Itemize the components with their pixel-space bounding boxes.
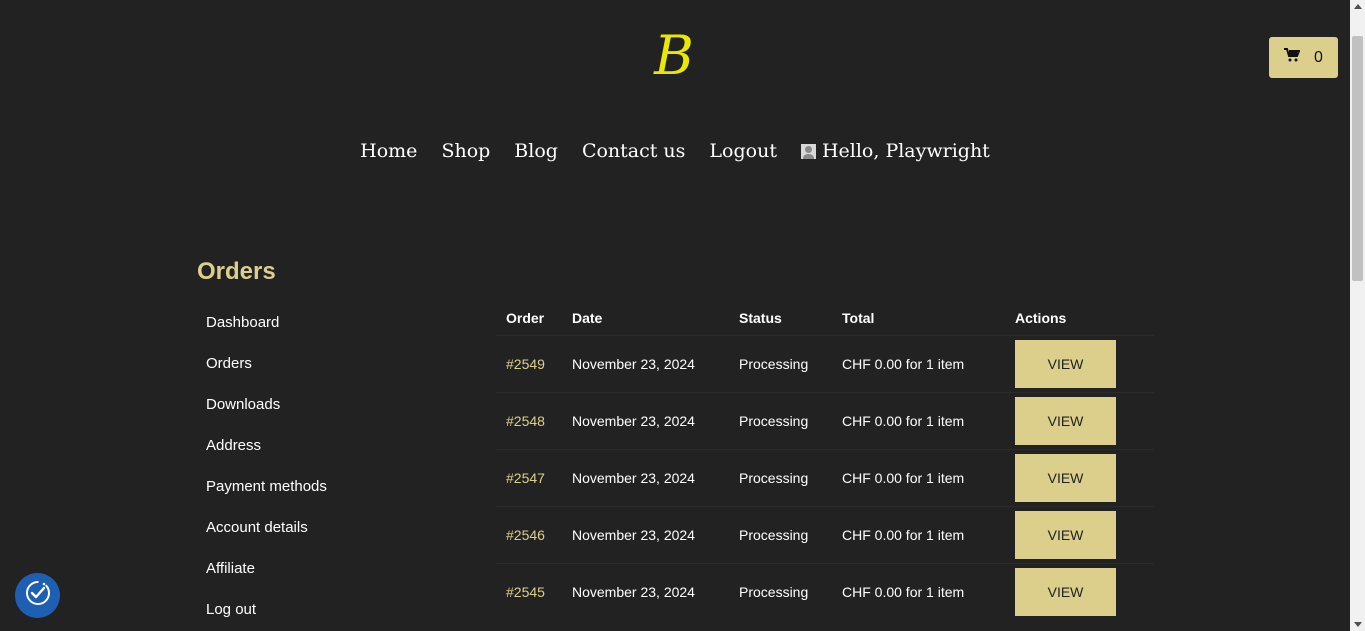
order-status: Processing <box>729 562 832 620</box>
order-link[interactable]: #2549 <box>506 356 545 372</box>
cart-button[interactable]: 0 <box>1269 37 1338 78</box>
order-number-cell: #2549 <box>496 334 562 392</box>
view-button[interactable]: VIEW <box>1015 510 1116 559</box>
nav-logout[interactable]: Logout <box>709 140 777 162</box>
order-actions: VIEW <box>1005 505 1154 563</box>
header-actions: Actions <box>1015 309 1067 326</box>
table-header-row: Order Date Status Total Actions <box>496 301 1154 335</box>
order-actions: VIEW <box>1005 334 1154 392</box>
order-total: CHF 0.00 for 1 item <box>832 505 1005 563</box>
view-button[interactable]: VIEW <box>1015 339 1116 388</box>
account-nav-item: Payment methods <box>206 477 327 518</box>
account-nav-affiliate[interactable]: Affiliate <box>206 560 255 577</box>
order-link[interactable]: #2545 <box>506 584 545 600</box>
cart-count: 0 <box>1314 48 1323 66</box>
cookie-consent-button[interactable] <box>15 573 60 618</box>
nav-home[interactable]: Home <box>360 140 417 162</box>
order-date: November 23, 2024 <box>562 391 729 449</box>
account-nav-item: Downloads <box>206 395 327 436</box>
account-nav-item: Affiliate <box>206 559 327 600</box>
order-date: November 23, 2024 <box>562 505 729 563</box>
order-date: November 23, 2024 <box>562 562 729 620</box>
order-date: November 23, 2024 <box>562 448 729 506</box>
view-button[interactable]: VIEW <box>1015 453 1116 502</box>
account-nav-dashboard[interactable]: Dashboard <box>206 314 279 331</box>
header-date: Date <box>572 309 603 326</box>
account-nav-account-details[interactable]: Account details <box>206 519 308 536</box>
order-link[interactable]: #2547 <box>506 470 545 486</box>
view-button[interactable]: VIEW <box>1015 567 1116 616</box>
order-actions: VIEW <box>1005 391 1154 449</box>
order-total: CHF 0.00 for 1 item <box>832 448 1005 506</box>
nav-user-greeting[interactable]: Hello, Playwright <box>800 140 990 162</box>
order-total: CHF 0.00 for 1 item <box>832 562 1005 620</box>
order-status: Processing <box>729 391 832 449</box>
cookie-consent-icon <box>23 578 53 613</box>
scroll-down-icon[interactable] <box>1354 622 1362 627</box>
header-total: Total <box>842 309 875 326</box>
order-date: November 23, 2024 <box>562 334 729 392</box>
order-total: CHF 0.00 for 1 item <box>832 334 1005 392</box>
orders-table: Order Date Status Total Actions #2549 No… <box>496 301 1154 620</box>
account-nav-item: Dashboard <box>206 313 327 354</box>
table-row: #2545 November 23, 2024 Processing CHF 0… <box>496 562 1154 620</box>
view-button[interactable]: VIEW <box>1015 396 1116 445</box>
account-nav-payment-methods[interactable]: Payment methods <box>206 478 327 495</box>
order-number-cell: #2546 <box>496 505 562 563</box>
site-logo[interactable]: B <box>652 26 696 86</box>
order-actions: VIEW <box>1005 562 1154 620</box>
account-nav-log-out[interactable]: Log out <box>206 601 256 618</box>
header-order: Order <box>506 309 545 326</box>
order-status: Processing <box>729 334 832 392</box>
order-status: Processing <box>729 505 832 563</box>
order-number-cell: #2548 <box>496 391 562 449</box>
page-title: Orders <box>197 258 276 285</box>
scroll-up-icon[interactable] <box>1354 4 1362 9</box>
main-navigation: Home Shop Blog Contact us Logout Hello, … <box>0 140 1350 162</box>
header-status: Status <box>739 309 782 326</box>
table-row: #2548 November 23, 2024 Processing CHF 0… <box>496 391 1154 449</box>
nav-blog[interactable]: Blog <box>514 140 558 162</box>
account-nav-item: Log out <box>206 600 327 631</box>
account-navigation: Dashboard Orders Downloads Address Payme… <box>206 313 327 631</box>
nav-contact-us[interactable]: Contact us <box>582 140 685 162</box>
page-scrollbar[interactable] <box>1350 0 1365 631</box>
order-total: CHF 0.00 for 1 item <box>832 391 1005 449</box>
scrollbar-thumb[interactable] <box>1352 36 1363 281</box>
account-nav-item: Address <box>206 436 327 477</box>
account-nav-item: Orders <box>206 354 327 395</box>
order-number-cell: #2545 <box>496 562 562 620</box>
account-nav-item: Account details <box>206 518 327 559</box>
order-link[interactable]: #2548 <box>506 413 545 429</box>
avatar <box>800 143 816 159</box>
order-status: Processing <box>729 448 832 506</box>
account-nav-address[interactable]: Address <box>206 437 261 454</box>
order-number-cell: #2547 <box>496 448 562 506</box>
cart-icon <box>1284 48 1301 67</box>
greeting-text: Hello, Playwright <box>821 140 990 162</box>
account-nav-orders[interactable]: Orders <box>206 355 252 372</box>
order-actions: VIEW <box>1005 448 1154 506</box>
nav-shop[interactable]: Shop <box>441 140 490 162</box>
account-nav-downloads[interactable]: Downloads <box>206 396 280 413</box>
table-row: #2549 November 23, 2024 Processing CHF 0… <box>496 334 1154 392</box>
table-row: #2546 November 23, 2024 Processing CHF 0… <box>496 505 1154 563</box>
table-row: #2547 November 23, 2024 Processing CHF 0… <box>496 448 1154 506</box>
order-link[interactable]: #2546 <box>506 527 545 543</box>
